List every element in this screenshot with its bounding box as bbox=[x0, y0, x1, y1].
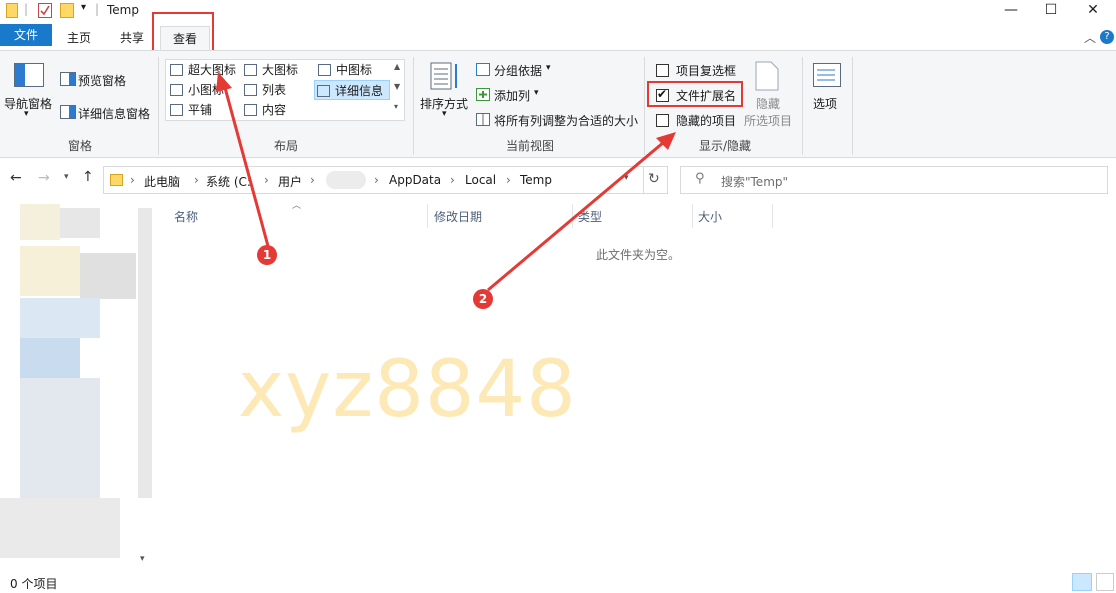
arrow-line-2 bbox=[487, 140, 665, 292]
annotation-marker-2: 2 bbox=[473, 289, 493, 309]
annotation-marker-1: 1 bbox=[257, 245, 277, 265]
status-bar: 0 个项目 bbox=[0, 572, 1116, 593]
arrow-head-1 bbox=[216, 72, 232, 92]
annotation-arrows bbox=[216, 72, 676, 292]
details-view-icon[interactable] bbox=[1072, 573, 1092, 591]
arrow-line-1 bbox=[222, 83, 270, 247]
status-item-count: 0 个项目 bbox=[10, 577, 58, 591]
large-icons-view-icon[interactable] bbox=[1096, 573, 1114, 591]
